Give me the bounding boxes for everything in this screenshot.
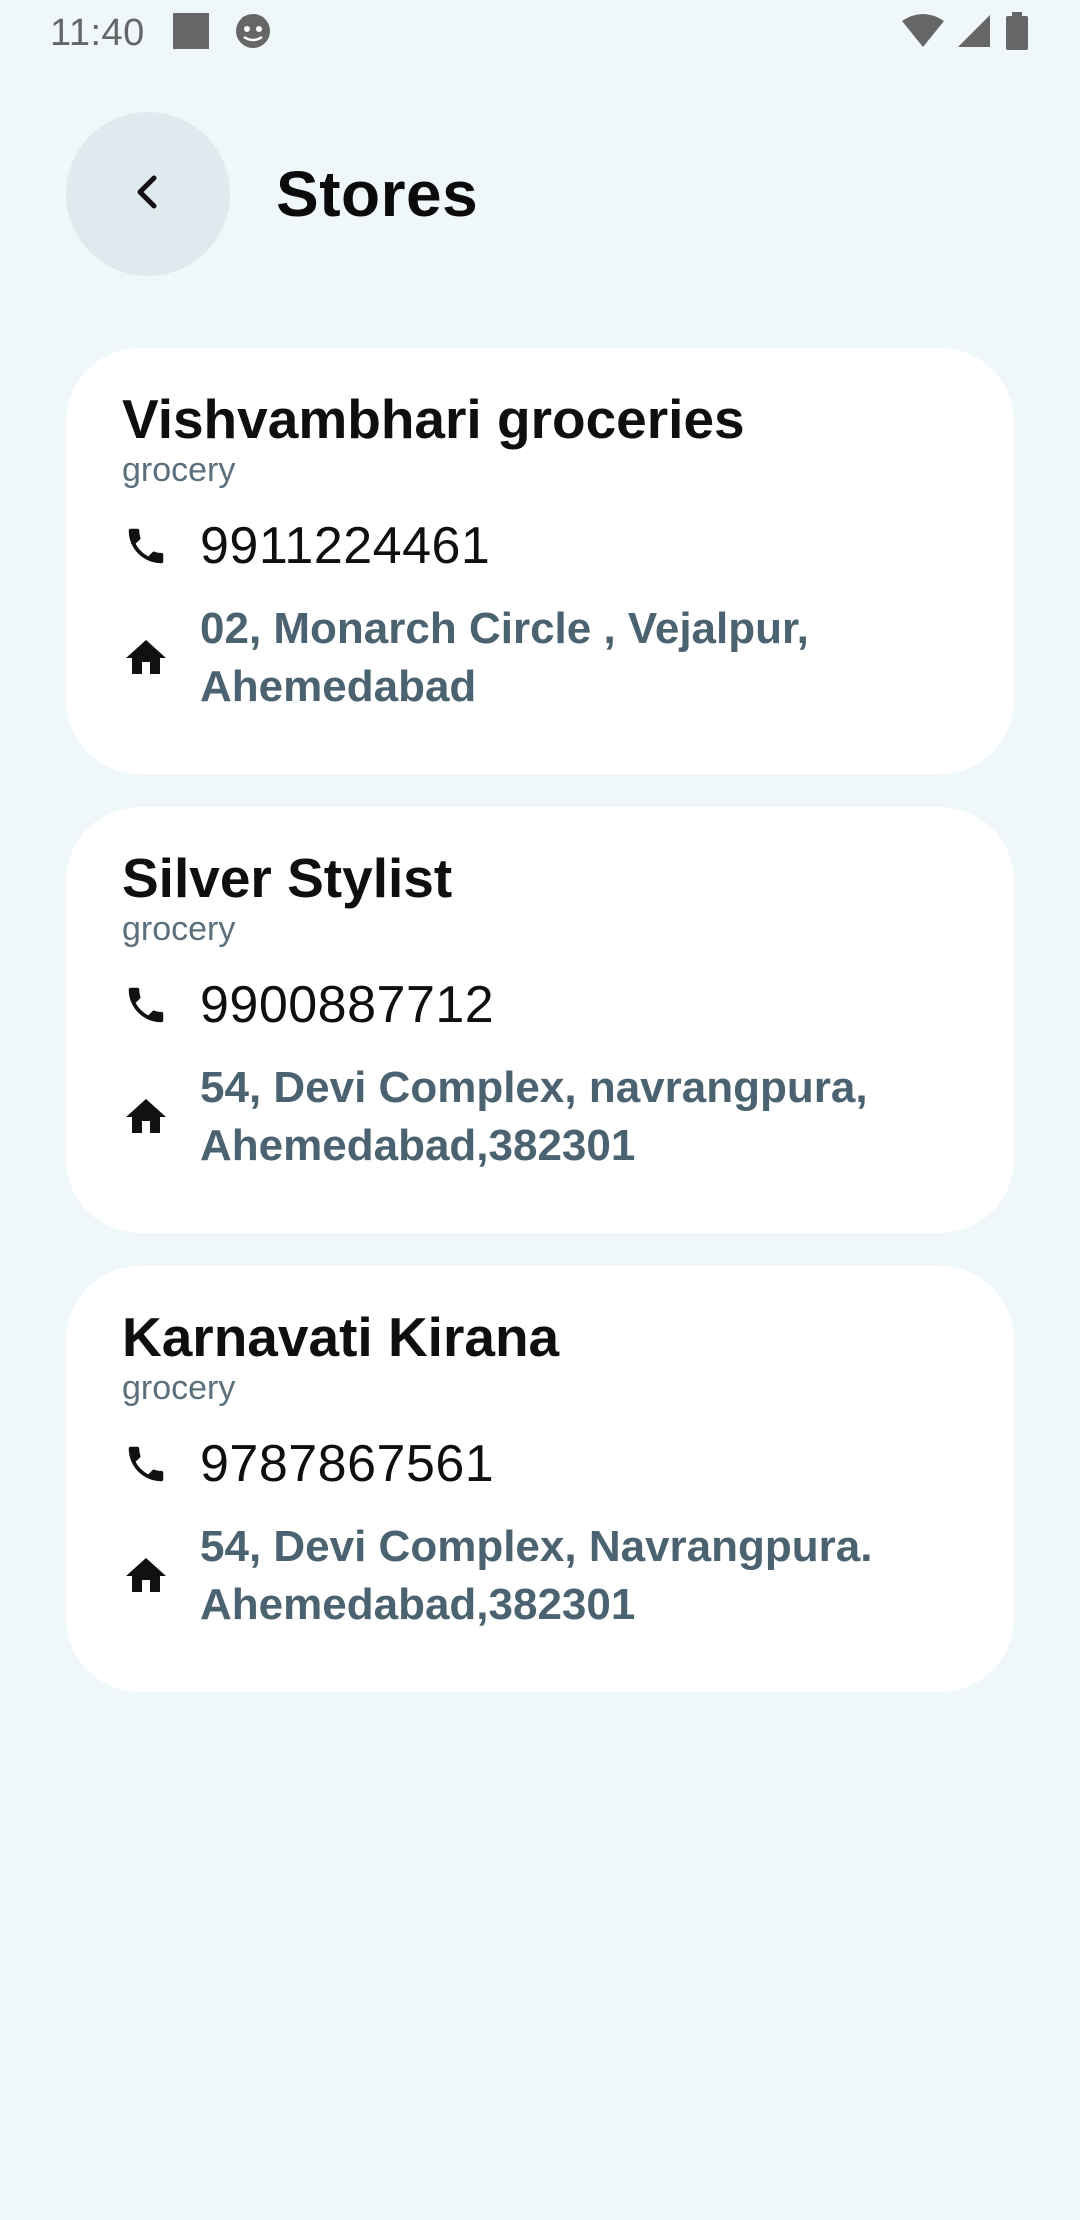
notification-square-icon	[171, 11, 211, 56]
page-header: Stores	[66, 112, 478, 276]
store-card[interactable]: Vishvambhari groceries grocery 991122446…	[66, 348, 1014, 774]
store-phone-row[interactable]: 9900887712	[122, 975, 958, 1035]
home-icon	[122, 1552, 170, 1600]
store-name: Vishvambhari groceries	[122, 388, 745, 450]
cellular-signal-icon	[956, 13, 992, 54]
store-address-row: 54, Devi Complex, navrangpura, Ahemedaba…	[122, 1059, 958, 1175]
status-time: 11:40	[50, 11, 145, 54]
wifi-icon	[902, 13, 944, 54]
store-phone: 9900887712	[200, 976, 495, 1034]
store-phone: 9911224461	[200, 517, 491, 575]
store-list: Vishvambhari groceries grocery 991122446…	[66, 348, 1014, 1725]
phone-icon	[122, 1440, 170, 1488]
status-bar: 11:40	[0, 0, 1080, 66]
store-phone-row[interactable]: 9787867561	[122, 1434, 958, 1494]
battery-icon	[1004, 11, 1030, 55]
home-icon	[122, 1093, 170, 1141]
page-title: Stores	[276, 158, 479, 230]
status-notification-icons	[171, 11, 273, 56]
chevron-left-icon	[126, 170, 170, 219]
store-name: Karnavati Kirana	[122, 1306, 560, 1368]
store-card[interactable]: Karnavati Kirana grocery 9787867561 54, …	[66, 1266, 1014, 1692]
back-button[interactable]	[66, 112, 230, 276]
stores-screen: 11:40 Stores Vishvambhari groceries groc…	[0, 0, 1080, 2220]
store-address-row: 02, Monarch Circle , Vejalpur, Ahemedaba…	[122, 600, 958, 716]
store-category: grocery	[122, 451, 236, 489]
store-address: 02, Monarch Circle , Vejalpur, Ahemedaba…	[200, 604, 809, 711]
store-name: Silver Stylist	[122, 847, 453, 909]
phone-icon	[122, 522, 170, 570]
home-icon	[122, 634, 170, 682]
store-phone-row[interactable]: 9911224461	[122, 516, 958, 576]
store-phone: 9787867561	[200, 1435, 495, 1493]
store-category: grocery	[122, 910, 236, 948]
store-address-row: 54, Devi Complex, Navrangpura. Ahemedaba…	[122, 1518, 958, 1634]
android-robot-icon	[233, 11, 273, 56]
phone-icon	[122, 981, 170, 1029]
status-system-icons	[902, 11, 1030, 55]
store-card[interactable]: Silver Stylist grocery 9900887712 54, De…	[66, 807, 1014, 1233]
store-address: 54, Devi Complex, Navrangpura. Ahemedaba…	[200, 1522, 873, 1629]
store-address: 54, Devi Complex, navrangpura, Ahemedaba…	[200, 1063, 868, 1170]
store-category: grocery	[122, 1369, 236, 1407]
